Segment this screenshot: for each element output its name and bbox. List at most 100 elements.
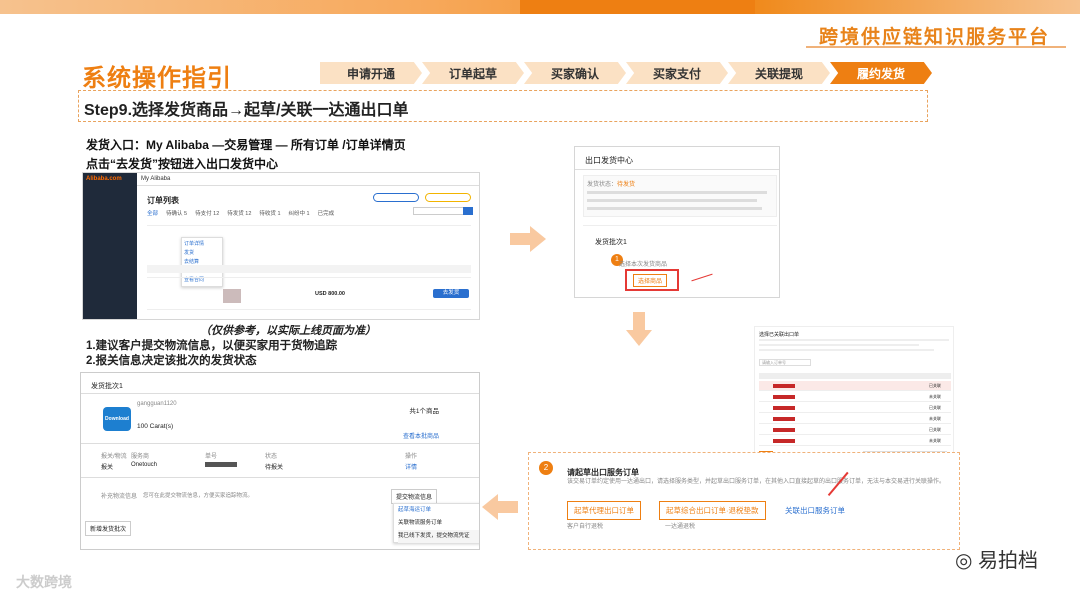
tab-to-confirm[interactable]: 待确认 5 bbox=[166, 209, 187, 217]
step-withdraw: 关联提现 bbox=[728, 62, 830, 84]
order-list-screenshot: Alibaba.com My Alibaba 订单列表 全部 待确认 5 待支付… bbox=[82, 172, 480, 320]
order-tabs: 全部 待确认 5 待支付 12 待发货 12 待收货 1 纠纷中 1 已完成 bbox=[147, 209, 334, 217]
logistics-table-header: 报关/物流 服务商 单号 状态 操作 bbox=[101, 454, 418, 460]
table-row[interactable]: 未关联 bbox=[759, 414, 951, 424]
create-order-button[interactable] bbox=[373, 193, 419, 202]
intro-text: 发货入口：My Alibaba —交易管理 — 所有订单 /订单详情页 点击“去… bbox=[86, 136, 406, 174]
arrow-right-icon bbox=[510, 226, 546, 252]
search-icon[interactable] bbox=[463, 207, 473, 215]
row-status: 已关联 bbox=[929, 405, 941, 410]
tab-to-ship[interactable]: 待发货 12 bbox=[227, 209, 251, 217]
view-batch-goods-link[interactable]: 查看本批商品 bbox=[403, 431, 439, 440]
step-apply: 申请开通 bbox=[320, 62, 422, 84]
table-row[interactable]: 已关联 bbox=[759, 425, 951, 435]
wechat-account: ◎ 易拍档 bbox=[954, 550, 1038, 572]
tab-to-receive[interactable]: 待收货 1 bbox=[259, 209, 280, 217]
menu-item[interactable]: 订单详情 bbox=[184, 240, 220, 249]
top-banner-accent bbox=[520, 0, 755, 14]
menu-item[interactable]: 关联物流服务订单 bbox=[398, 517, 479, 530]
redacted-order-number bbox=[773, 384, 795, 388]
redacted-order-number bbox=[773, 428, 795, 432]
batch-title: 发货批次1 bbox=[91, 383, 123, 390]
product-thumbnail bbox=[223, 289, 241, 303]
select-goods-button[interactable]: 选择商品 bbox=[633, 274, 668, 287]
onetouch-refund-label: 一达通退税 bbox=[665, 524, 696, 530]
goods-quantity: 100 Carat(s) bbox=[137, 423, 174, 430]
logistics-label: 补充物流信息 bbox=[101, 494, 138, 500]
details-link[interactable]: 详情 bbox=[405, 462, 417, 471]
download-icon: Download bbox=[103, 407, 131, 431]
redacted-order-number bbox=[773, 417, 795, 421]
tab-dispute[interactable]: 纠纷中 1 bbox=[289, 209, 310, 217]
order-amount: USD 800.00 bbox=[315, 291, 345, 297]
redacted-order-number bbox=[773, 439, 795, 443]
row-status: 未关联 bbox=[929, 438, 941, 443]
table-row[interactable]: 已关联 bbox=[759, 403, 951, 413]
table-row[interactable]: 未关联 bbox=[759, 392, 951, 402]
note-2: 2.报关信息决定该批次的发货状态 bbox=[86, 355, 257, 367]
menu-item[interactable]: 发货 bbox=[184, 249, 220, 258]
redacted-number bbox=[205, 462, 237, 467]
order-filter-input[interactable]: 请输入订单号 bbox=[759, 359, 811, 366]
redacted-order-number bbox=[773, 406, 795, 410]
brand-underline bbox=[806, 46, 1066, 48]
row-status: 已关联 bbox=[929, 383, 941, 388]
draft-description: 该交易订单约定使用一达通出口，请选择服务类型，并起草出口服务订单，在其他入口直接… bbox=[567, 479, 946, 485]
draft-title: 请起草出口服务订单 bbox=[567, 468, 639, 477]
step-confirm: 买家确认 bbox=[524, 62, 626, 84]
self-refund-label: 客户自行退税 bbox=[567, 524, 604, 530]
select-goods-label: 选择本次发货商品 bbox=[619, 262, 668, 268]
redacted-order-number bbox=[773, 395, 795, 399]
draft-order-button[interactable] bbox=[425, 193, 471, 202]
notes-text: 1.建议客户提交物流信息，以便买家用于货物追踪 2.报关信息决定该批次的发货状态 bbox=[86, 339, 337, 369]
step-heading: Step9.选择发货商品→起草/关联一达通出口单 bbox=[84, 102, 409, 119]
row-status: 未关联 bbox=[929, 416, 941, 421]
tab-all[interactable]: 全部 bbox=[147, 209, 158, 217]
note-1: 1.建议客户提交物流信息，以便买家用于货物追踪 bbox=[86, 340, 338, 352]
menu-item[interactable]: 起草海运订单 bbox=[398, 504, 479, 517]
go-ship-button[interactable]: 去发货 bbox=[433, 289, 469, 298]
goods-total: 共1个商品 bbox=[409, 408, 439, 415]
action-menu: 订单详情 发货 去结算 订单附件 查看合同 bbox=[181, 237, 223, 287]
account-name: gangguan1120 bbox=[137, 401, 177, 407]
table-row[interactable]: 未关联 bbox=[759, 436, 951, 446]
draft-agent-export-button[interactable]: 起草代理出口订单 bbox=[567, 501, 641, 520]
table-row: 报关 Onetouch 待报关 详情 bbox=[101, 462, 418, 471]
step-number: 2 bbox=[539, 461, 553, 475]
brand-title: 跨境供应链知识服务平台 bbox=[818, 27, 1050, 48]
wechat-icon: ◎ bbox=[954, 550, 978, 572]
page-title: 系统操作指引 bbox=[82, 65, 232, 92]
table-header bbox=[759, 373, 951, 379]
step-pay: 买家支付 bbox=[626, 62, 728, 84]
menu-item[interactable]: 我已线下发货，提交物流凭证 bbox=[398, 530, 479, 543]
my-alibaba-nav[interactable]: My Alibaba bbox=[141, 176, 170, 182]
draft-integrated-export-button[interactable]: 起草综合出口订单·退税垫款 bbox=[659, 501, 766, 520]
intro-line-1: 发货入口：My Alibaba —交易管理 — 所有订单 /订单详情页 bbox=[86, 138, 406, 152]
watermark: 大数跨境 bbox=[16, 574, 72, 590]
step-progress: 申请开通 订单起草 买家确认 买家支付 关联提现 履约发货 bbox=[320, 62, 932, 84]
shipping-center-title: 出口发货中心 bbox=[585, 156, 633, 165]
table-header bbox=[147, 265, 471, 273]
step-draft: 订单起草 bbox=[422, 62, 524, 84]
row-status: 未关联 bbox=[929, 394, 941, 399]
tab-done[interactable]: 已完成 bbox=[318, 209, 335, 217]
linked-orders-title: 选择已关联出口单 bbox=[759, 332, 800, 338]
add-batch-button[interactable]: 新增发货批次 bbox=[85, 521, 132, 536]
link-export-order-link[interactable]: 关联出口服务订单 bbox=[785, 505, 845, 516]
linked-export-orders-screenshot: 选择已关联出口单 请输入订单号 已关联 未关联 已关联 未关联 已关联 未关联 bbox=[754, 326, 954, 462]
step-ship: 履约发货 bbox=[830, 62, 932, 84]
sidebar bbox=[83, 173, 137, 319]
logistics-hint: 您可在此提交物流信息，方便买家追踪物流。 bbox=[143, 493, 254, 499]
alibaba-logo: Alibaba.com bbox=[86, 176, 122, 182]
logistics-dropdown: 起草海运订单 关联物流服务订单 我已线下发货，提交物流凭证 bbox=[393, 503, 479, 543]
draft-export-order-screenshot: 2 请起草出口服务订单 该交易订单约定使用一达通出口，请选择服务类型，并起草出口… bbox=[528, 452, 960, 550]
screenshot-caption: （仅供参考，以实际上线页面为准） bbox=[200, 325, 376, 337]
arrow-left-icon bbox=[482, 494, 518, 520]
tab-to-pay[interactable]: 待支付 12 bbox=[195, 209, 219, 217]
pointer-arrow-icon bbox=[691, 273, 713, 282]
arrow-down-icon bbox=[626, 312, 652, 346]
submit-logistics-button[interactable]: 提交物流信息 bbox=[391, 489, 438, 504]
status-row: 发货状态：待发货 bbox=[587, 182, 636, 188]
table-row[interactable]: 已关联 bbox=[759, 381, 951, 391]
row-status: 已关联 bbox=[929, 427, 941, 432]
